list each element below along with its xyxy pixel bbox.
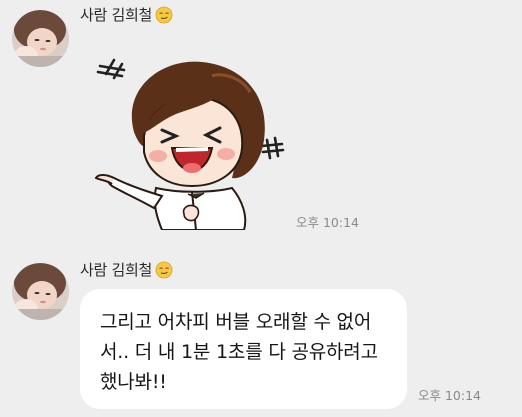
timestamp: 오후 10:14 — [418, 388, 481, 403]
message-text: 그리고 어차피 버블 오래할 수 없어 서.. 더 내 1분 1초를 다 공유하… — [100, 311, 378, 393]
sender-name-text: 사람 김희철 — [80, 261, 152, 279]
laughing-pointing-girl-sticker[interactable] — [92, 48, 288, 230]
timestamp: 오후 10:14 — [296, 215, 359, 230]
avatar[interactable] — [12, 10, 69, 67]
sender-name: 사람 김희철 — [80, 259, 173, 280]
sender-name: 사람 김희철 — [80, 4, 173, 25]
avatar[interactable] — [12, 263, 69, 320]
message-bubble[interactable]: 그리고 어차피 버블 오래할 수 없어 서.. 더 내 1분 1초를 다 공유하… — [80, 289, 407, 409]
smirk-emoji-icon — [155, 6, 173, 23]
sender-name-text: 사람 김희철 — [80, 6, 152, 24]
smirk-emoji-icon — [155, 261, 173, 278]
chat-window: 사람 김희철 오후 10:14 사람 김희철 그리고 어차피 버블 오래할 수 … — [0, 0, 522, 417]
